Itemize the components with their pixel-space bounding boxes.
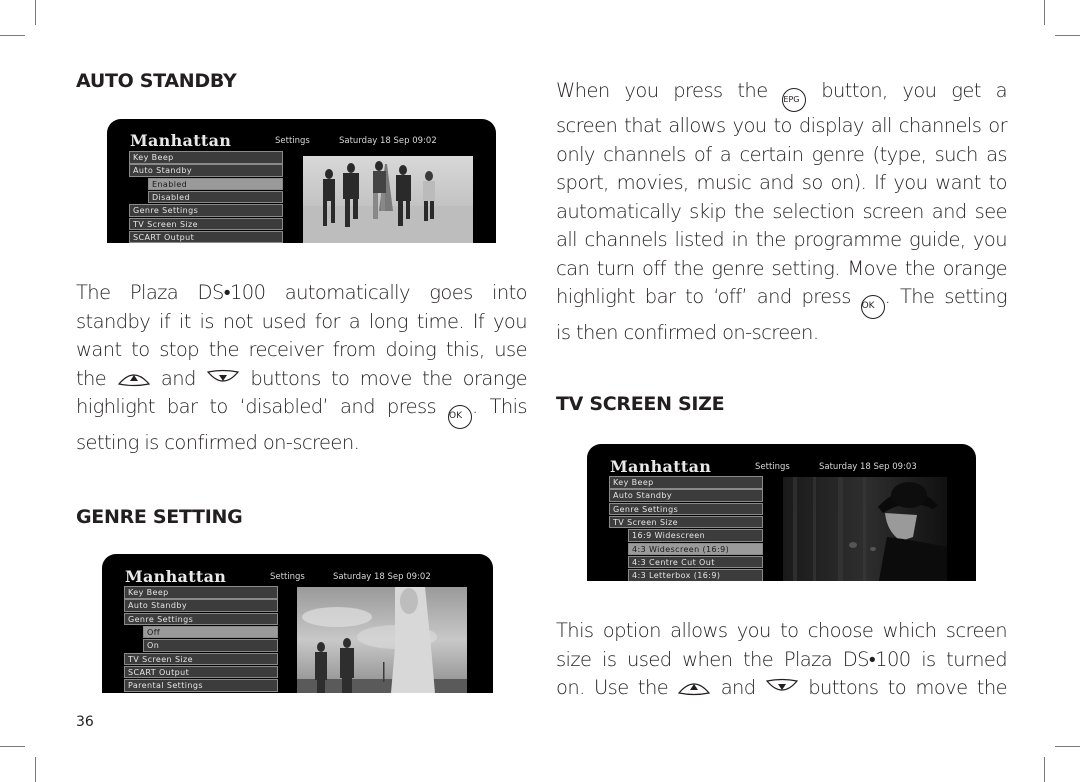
tv-screen-size-heading: TV SCREEN SIZE [556,393,725,415]
screen-section-title: Settings [275,136,310,146]
body-line: The Plaza DS•100 automatically goes into [76,281,528,304]
menu-item[interactable]: Genre Settings [129,204,283,217]
text: buttons to move the [808,676,1007,699]
menu-item[interactable]: 4:3 Centre Cut Out [628,555,763,569]
screen-datetime: Saturday 18 Sep 09:02 [333,572,431,582]
text: on. Use the [556,676,669,699]
crop-mark [1055,746,1080,747]
auto-standby-body: The Plaza DS•100 automatically goes into… [76,279,528,458]
menu-item[interactable]: Disabled [148,190,283,204]
ok-button-icon: OK [860,295,885,319]
menu-item[interactable]: Auto Standby [129,164,283,177]
crop-mark [1055,35,1080,36]
menu-item[interactable]: On [143,639,278,652]
menu-item[interactable]: TV Screen Size [609,515,763,529]
crop-mark [35,757,36,782]
crop-mark [35,0,36,25]
crop-mark [1044,757,1045,782]
screen-datetime: Saturday 18 Sep 09:02 [339,136,437,146]
tv-picture-man-in-hat [783,477,947,581]
body-line: This option allows you to choose which s… [556,619,1008,642]
brand-logo: Manhattan [125,567,227,586]
tv-picture-image [303,156,473,243]
crop-mark [0,746,25,747]
genre-setting-tv-screen: Manhattan Settings Saturday 18 Sep 09:02… [102,554,493,693]
text: highlight bar to ‘off’ and press [556,285,851,308]
body-line: only channels of a certain genre (type, … [556,142,1008,166]
epg-button-icon: EPG [782,88,807,112]
text: and [720,676,756,699]
menu-item[interactable]: TV Screen Size [124,652,278,665]
auto-standby-heading: AUTO STANDBY [76,70,237,92]
menu-item[interactable]: Genre Settings [124,612,278,626]
body-line: the and buttons to move the orange [76,365,528,394]
text: button, you get a [821,79,1007,102]
menu-item[interactable]: SCART Output [124,665,278,679]
menu-item[interactable]: Enabled [148,177,283,191]
menu-item[interactable]: SCART Output [129,230,283,243]
text: buttons to move the orange [250,366,527,390]
body-line: is then confirmed on-screen. [556,321,819,344]
body-line: all channels listed in the programme gui… [556,228,1008,251]
text: . The setting [884,285,1008,308]
body-line: automatically skip the selection screen … [556,199,1008,223]
body-line: size is used when the Plaza DS•100 is tu… [556,647,1008,671]
tv-screen-size-tv-screen: Manhattan Settings Saturday 18 Sep 09:03… [587,444,976,581]
text: highlight bar to ‘disabled’ and press [76,395,437,418]
tv-picture-woman-and-couple [297,587,467,693]
menu-item[interactable]: Key Beep [124,586,278,599]
menu-item[interactable]: Key Beep [129,151,283,164]
body-line: standby if it is not used for a long tim… [76,309,528,333]
crop-mark [0,35,25,36]
body-line: on. Use the and buttons to move the [556,674,1008,703]
screen-datetime: Saturday 18 Sep 09:03 [819,462,917,472]
text: the [76,366,107,390]
menu-item[interactable]: 4:3 Letterbox (16:9) [628,569,763,581]
menu-item[interactable]: Auto Standby [124,599,278,612]
brand-logo: Manhattan [130,131,232,150]
crop-mark [1044,0,1045,25]
genre-setting-heading: GENRE SETTING [76,506,243,528]
body-line: When you press the EPG button, you get a [556,77,1008,112]
auto-standby-tv-screen: Manhattan Settings Saturday 18 Sep 09:02… [107,119,496,243]
down-arrow-button-icon [765,678,798,691]
menu-item[interactable]: Parental Settings [124,679,278,692]
menu-item[interactable]: Off [143,625,278,639]
up-arrow-button-icon [117,373,150,386]
menu-item[interactable]: 16:9 Widescreen [628,529,763,542]
tv-screen-size-body: This option allows you to choose which s… [556,617,1008,703]
tv-picture-group-jumping [303,156,473,243]
menu-item[interactable]: 4:3 Widescreen (16:9) [628,542,763,555]
body-line: sport, movies, music and so on). If you … [556,171,1008,194]
page-number: 36 [76,714,94,730]
down-arrow-button-icon [206,369,240,382]
screen-section-title: Settings [755,462,790,472]
text: . This [472,395,528,418]
text: When you press the [556,79,768,102]
body-line: setting is confirmed on-screen. [76,431,360,454]
body-line: highlight bar to ‘off’ and press OK. The… [556,283,1008,319]
body-line: want to stop the receiver from doing thi… [76,338,528,361]
body-line: screen that allows you to display all ch… [556,114,1008,137]
menu-item[interactable]: TV Screen Size [129,217,283,230]
brand-logo: Manhattan [610,457,712,476]
menu-item[interactable]: Genre Settings [609,502,763,516]
text: and [160,366,196,390]
tv-picture-image [783,477,947,581]
tv-picture-image [297,587,467,693]
ok-button-icon: OK [448,405,473,429]
body-line: highlight bar to ‘disabled’ and press OK… [76,393,528,429]
up-arrow-button-icon [678,683,711,696]
body-line: can turn off the genre setting. Move the… [556,256,1008,280]
genre-setting-body: When you press the EPG button, you get a… [556,77,1008,348]
screen-section-title: Settings [270,572,305,582]
menu-item[interactable]: Auto Standby [609,489,763,502]
menu-item[interactable]: Key Beep [609,476,763,489]
